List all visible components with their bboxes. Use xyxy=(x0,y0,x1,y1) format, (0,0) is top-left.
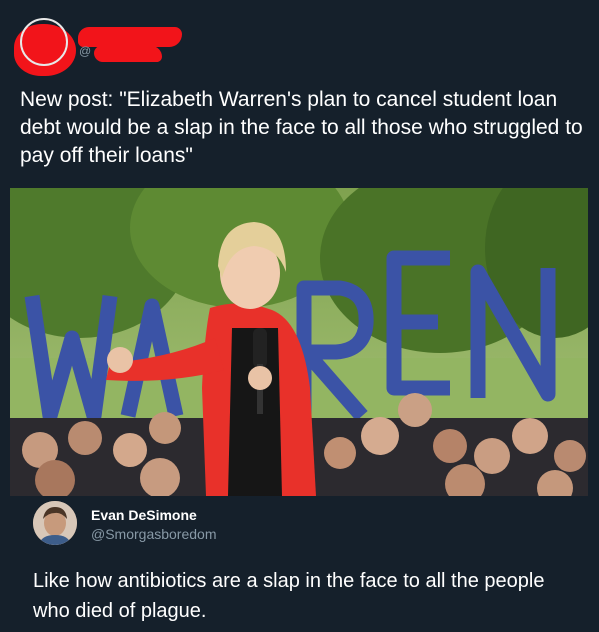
author-avatar[interactable] xyxy=(20,18,68,66)
post-image[interactable] xyxy=(10,188,588,496)
rally-photo xyxy=(10,188,588,496)
post-text: New post: "Elizabeth Warren's plan to ca… xyxy=(20,88,583,167)
redacted-author-handle xyxy=(94,46,162,62)
reply-text: Like how antibiotics are a slap in the f… xyxy=(33,570,545,622)
author-handle[interactable]: @ xyxy=(79,44,91,58)
reply-avatar[interactable] xyxy=(33,501,77,545)
reply-author-handle[interactable]: @Smorgasboredom xyxy=(91,526,217,542)
redacted-author-name xyxy=(78,27,182,47)
reply-author-name[interactable]: Evan DeSimone xyxy=(91,507,197,523)
reply-avatar-photo xyxy=(33,501,77,545)
